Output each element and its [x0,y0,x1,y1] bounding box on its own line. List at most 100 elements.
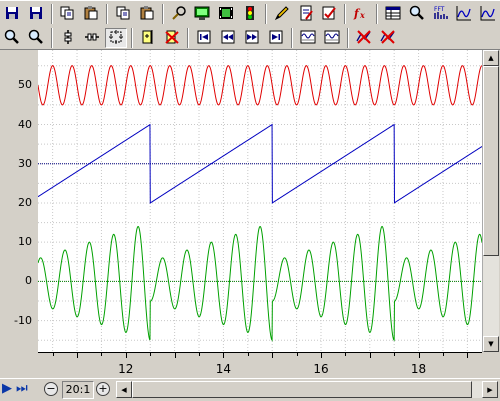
cursor-a-button[interactable] [57,28,79,48]
copy-data-button[interactable] [112,4,134,24]
x-tick-mark [150,353,152,356]
plot-xy-button[interactable] [477,4,499,24]
paste-icon [83,5,99,24]
paste-button[interactable] [80,4,102,24]
x-tick-mark [199,353,200,356]
scroll-left-arrow: ◀ [121,385,127,394]
end-icon[interactable]: ⏭ [16,381,28,396]
probe-button[interactable] [168,4,190,24]
cursor-b-button[interactable] [81,28,103,48]
scroll-up-arrow: ▲ [488,54,494,62]
plot-button[interactable] [454,4,476,24]
function-button[interactable]: fx [350,4,372,24]
zoom-in-button[interactable]: + [96,382,110,396]
remove-marker-button[interactable] [161,28,183,48]
copy-clipboard-icon [139,5,155,24]
zoom-out-button[interactable] [1,28,23,48]
toolbar-separator [264,4,267,24]
vertical-scrollbar[interactable]: ▲ ▼ [482,50,499,352]
pencil-button[interactable] [271,4,293,24]
signal-icon [242,5,258,24]
x-tick-mark [369,353,371,358]
scroll-left-button[interactable]: ◀ [116,381,132,398]
wave-list-button[interactable] [321,28,343,48]
forward-button[interactable] [241,28,263,48]
plus-icon: + [98,382,108,395]
toolbar-separator [376,4,379,24]
probe-icon [171,5,187,24]
x-tick-label: 16 [313,362,329,376]
zoom-in-button[interactable] [25,28,47,48]
film-button[interactable] [215,4,237,24]
zoom-graph-icon [409,5,425,24]
table-button[interactable] [382,4,404,24]
wave-list-icon [324,29,340,48]
first-icon [196,29,212,48]
y-tick-label: 30 [18,156,32,170]
copy-button[interactable] [57,4,79,24]
save-button[interactable] [1,4,23,24]
scroll-up-button[interactable]: ▲ [483,50,499,66]
zoom-in-icon [28,29,44,48]
vertical-scroll-thumb[interactable] [483,66,499,256]
horizontal-scrollbar[interactable]: ◀ ▶ [116,381,498,398]
toolbar-separator [51,28,53,48]
save-all-button[interactable] [25,4,47,24]
pencil-icon [274,5,290,24]
x-tick-mark [52,353,54,356]
plot-xy-icon [480,5,496,24]
scroll-down-button[interactable]: ▼ [483,336,499,352]
x-tick-mark [467,353,469,358]
x-axis: 12 14 16 18 [38,352,482,379]
toolbar-separator [106,4,109,24]
toolbar-separator [131,28,133,48]
add-marker-button[interactable] [137,28,159,48]
zoom-out-button[interactable]: − [44,382,58,396]
toolbar-separator [344,4,347,24]
scroll-right-arrow: ▶ [487,385,493,394]
check-button[interactable] [319,4,341,24]
fft-button[interactable]: FFT [430,4,452,24]
delete-all-button[interactable] [377,28,399,48]
minus-icon: − [46,382,56,395]
fit-button[interactable] [105,28,127,48]
scroll-right-button[interactable]: ▶ [482,381,498,398]
delete-trace-icon [356,29,372,48]
x-tick-mark [101,353,103,356]
x-tick-mark [223,353,225,358]
film-icon [218,5,234,24]
y-axis: 50 40 30 20 10 0 -10 [0,50,38,352]
series-line-3 [38,225,482,342]
first-button[interactable] [193,28,215,48]
x-tick-mark [418,353,420,358]
monitor-button[interactable] [192,4,214,24]
signal-button[interactable] [239,4,261,24]
toolbar-separator [291,28,293,48]
main-toolbar: f x FFT [0,0,500,28]
rewind-button[interactable] [217,28,239,48]
copy-clipboard-button[interactable] [136,4,158,24]
delete-trace-button[interactable] [353,28,375,48]
rewind-icon [220,29,236,48]
chart-svg [38,50,482,352]
delete-all-icon [380,29,396,48]
play-icon[interactable]: ▶ [2,381,12,396]
wave-view-button[interactable] [297,28,319,48]
toolbar-separator [187,28,189,48]
edit-doc-button[interactable] [295,4,317,24]
scroll-down-arrow: ▼ [488,340,494,348]
last-icon [268,29,284,48]
zoom-graph-button[interactable] [406,4,428,24]
y-tick-label: 50 [18,78,32,92]
remove-marker-icon [164,29,180,48]
function-icon: fx [353,5,369,24]
x-tick-mark [320,353,322,358]
last-button[interactable] [265,28,287,48]
cursor-a-icon [60,29,76,48]
x-tick-mark [77,353,79,358]
save-all-icon [28,5,44,24]
horizontal-scroll-thumb[interactable] [132,381,472,398]
plot-area[interactable] [38,50,482,352]
fft-icon: FFT [433,5,449,24]
y-tick-label: -10 [14,313,32,327]
